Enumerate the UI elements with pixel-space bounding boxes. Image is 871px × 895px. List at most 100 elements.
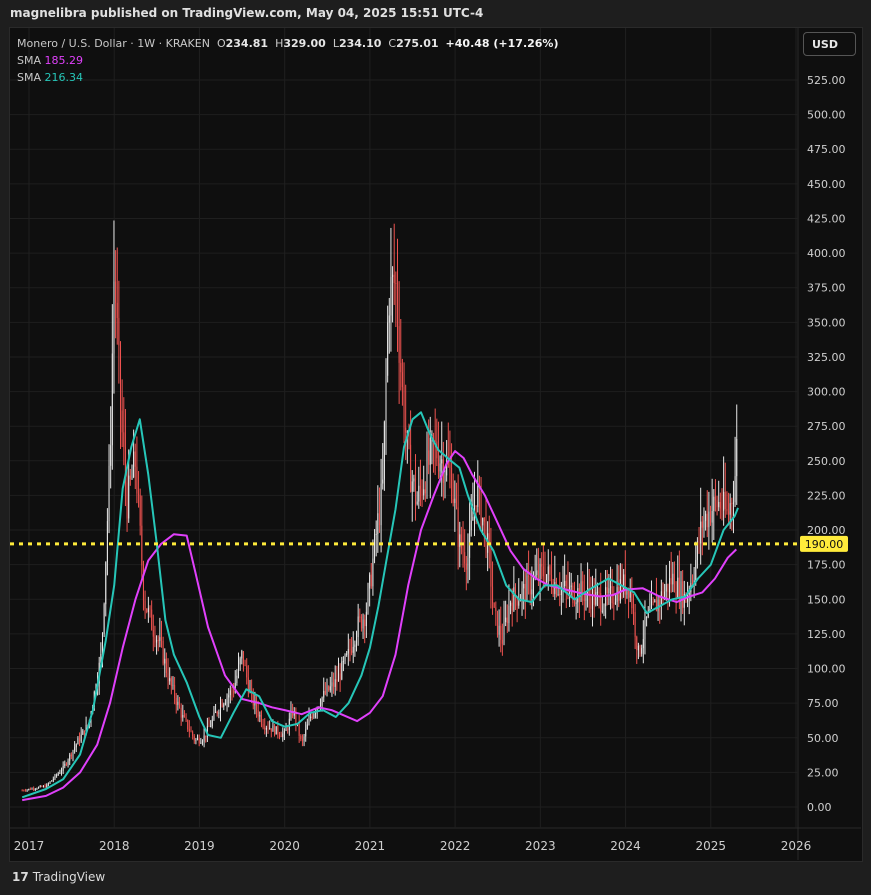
x-tick-label: 2019 [184, 839, 215, 853]
price-bar-body [51, 780, 53, 782]
price-bar-body [236, 675, 238, 683]
price-bar-body [706, 513, 708, 528]
price-bar-body [270, 728, 272, 732]
price-bar-body [257, 710, 259, 717]
price-bar-body [415, 478, 417, 505]
price-bar-body [452, 499, 454, 503]
symbol-row: Monero / U.S. Dollar · 1W · KRAKEN O234.… [17, 35, 558, 52]
price-bar-body [298, 723, 300, 736]
price-bar-body [523, 583, 525, 589]
y-tick-label: 400.00 [807, 247, 846, 260]
horizontal-level: 190.00 [10, 535, 848, 552]
price-bar-body [41, 786, 43, 788]
price-bar-body [518, 601, 520, 606]
price-bar-body [732, 502, 734, 505]
price-bar-body [198, 738, 200, 744]
price-bar-body [606, 587, 608, 594]
y-tick-label: 175.00 [807, 559, 846, 572]
price-bar-body [711, 511, 713, 523]
y-tick-label: 375.00 [807, 282, 846, 295]
x-tick-label: 2025 [696, 839, 727, 853]
footer-branding[interactable]: 17 TradingView [12, 870, 105, 884]
sma-short-row[interactable]: SMA 216.34 [17, 69, 558, 86]
sma-long-row[interactable]: SMA 185.29 [17, 52, 558, 69]
price-bar-body [455, 498, 457, 508]
price-bar-body [513, 587, 515, 611]
price-bar-body [105, 562, 107, 605]
sma-lines [21, 411, 739, 802]
x-tick-label: 2017 [14, 839, 45, 853]
price-bar-body [336, 679, 338, 682]
price-bar-body [601, 610, 603, 612]
price-bar-body [357, 616, 359, 638]
price-bar-body [129, 475, 131, 480]
price-bar-body [595, 592, 597, 605]
price-bar-body [367, 588, 369, 612]
price-bar-body [82, 730, 84, 735]
price-bar-body [636, 636, 638, 651]
price-bar-body [151, 609, 153, 631]
price-bar-body [380, 483, 382, 526]
price-bar-body [275, 726, 277, 735]
sma-long-value: 185.29 [44, 54, 84, 67]
price-bar-body [360, 616, 362, 629]
price-bar-body [287, 729, 289, 731]
price-bar-body [493, 603, 495, 608]
price-bar-body [69, 754, 71, 761]
price-bar-body [110, 445, 112, 466]
price-bar-body [365, 611, 367, 627]
price-bar-body [555, 582, 557, 595]
price-bar-body [280, 735, 282, 737]
price-bar-body [498, 625, 500, 635]
low-value: 234.10 [338, 37, 382, 50]
price-bar-body [64, 763, 66, 766]
price-bar-body [354, 644, 356, 647]
price-bar-body [508, 605, 510, 624]
y-tick-label: 25.00 [807, 766, 839, 779]
price-bar-body [277, 726, 279, 735]
price-bar-body [188, 729, 190, 732]
price-bar-body [223, 704, 225, 707]
price-bar-body [723, 491, 725, 511]
price-bar-body [265, 728, 267, 730]
price-bar-body [62, 765, 64, 771]
price-chart[interactable]: 190.00 0.00 25.00 50.00 75.00 100.00 125.00 15… [0, 0, 871, 895]
price-bar-body [477, 484, 479, 507]
price-bar-body [385, 375, 387, 422]
price-bar-body [724, 491, 726, 509]
price-bar-body [614, 601, 616, 604]
close-label: C [388, 37, 397, 50]
currency-button[interactable]: USD [803, 32, 856, 56]
y-tick-label: 300.00 [807, 386, 846, 399]
price-bar-body [193, 736, 195, 741]
price-bar-body [42, 786, 44, 788]
price-bar-body [470, 520, 472, 531]
price-bar-body [23, 790, 25, 792]
price-bar-body [267, 728, 269, 730]
price-bar-body [726, 508, 728, 512]
price-bar-body [533, 577, 535, 590]
price-bar-body [703, 520, 705, 528]
price-bar-body [283, 730, 285, 734]
price-bar-body [734, 476, 736, 503]
price-bar-body [387, 322, 389, 376]
price-bar-body [147, 607, 149, 613]
x-tick-label: 2022 [440, 839, 471, 853]
price-bar-body [31, 788, 33, 790]
price-bar-body [139, 495, 141, 526]
price-bar-body [701, 521, 703, 528]
price-bar-body [21, 790, 23, 792]
price-bar-body [56, 775, 58, 777]
price-bar-body [301, 738, 303, 741]
y-tick-label: 425.00 [807, 212, 846, 225]
price-bar-body [695, 559, 697, 581]
price-bar-body [169, 678, 171, 682]
price-bar-body [667, 584, 669, 593]
price-bar-body [108, 465, 110, 522]
price-bar-body [424, 489, 426, 494]
price-bar-body [670, 578, 672, 585]
price-bar-body [596, 591, 598, 593]
price-bar-body [524, 583, 526, 601]
price-bar-body [26, 789, 28, 791]
price-bar-body [398, 326, 400, 363]
